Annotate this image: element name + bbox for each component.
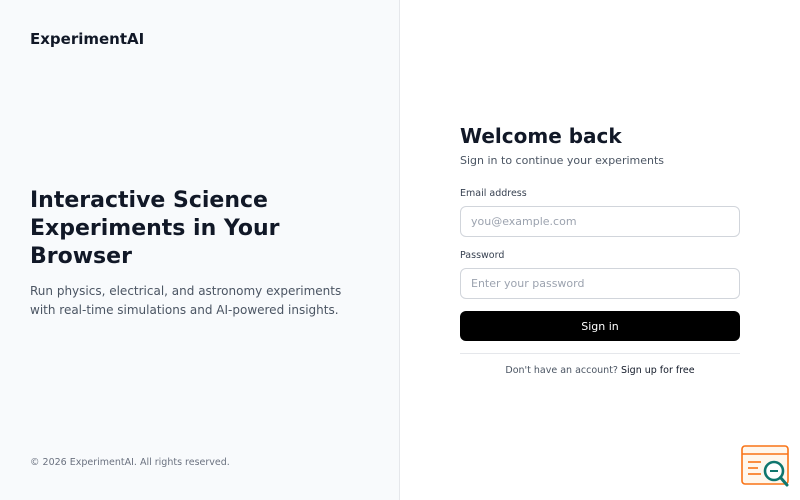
signup-prompt: Don't have an account?: [505, 365, 618, 376]
login-subtitle: Sign in to continue your experiments: [460, 154, 665, 167]
login-form: Welcome back Sign in to continue your ex…: [460, 122, 740, 376]
hero-panel: ExperimentAI Interactive Science Experim…: [0, 0, 400, 500]
password-field[interactable]: [460, 268, 740, 299]
divider: [460, 353, 740, 354]
hero-title: Interactive Science Experiments in Your …: [30, 188, 280, 269]
copyright-text: © 2026 ExperimentAI. All rights reserved…: [30, 457, 230, 468]
hero-subtitle: Run physics, electrical, and astronomy e…: [30, 284, 342, 317]
search-help-widget[interactable]: [741, 445, 791, 489]
signup-link[interactable]: Sign up for free: [621, 365, 695, 376]
signup-row: Don't have an account? Sign up for free: [460, 365, 740, 376]
password-label: Password: [460, 250, 505, 261]
brand-logo-text: ExperimentAI: [30, 30, 145, 48]
login-title: Welcome back: [460, 124, 622, 148]
sign-in-button[interactable]: Sign in: [460, 311, 740, 341]
email-field[interactable]: [460, 206, 740, 237]
search-help-icon: [741, 445, 789, 487]
email-label: Email address: [460, 188, 527, 199]
login-panel: Welcome back Sign in to continue your ex…: [400, 0, 800, 500]
